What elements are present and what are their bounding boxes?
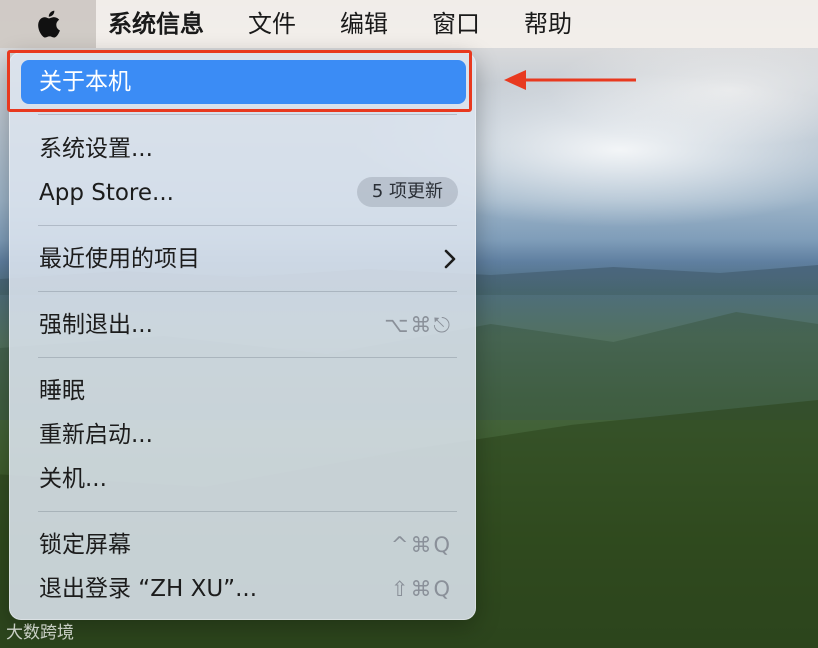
apple-dropdown-menu: 关于本机 系统设置... App Store... 5 项更新 最近使用的项目 … — [9, 52, 476, 620]
annotation-highlight-box — [7, 50, 472, 112]
menubar-edit[interactable]: 编辑 — [318, 0, 410, 48]
menu-separator — [38, 114, 457, 115]
menubar-window[interactable]: 窗口 — [410, 0, 502, 48]
menu-bar: 系统信息 文件 编辑 窗口 帮助 — [0, 0, 818, 48]
menu-item-recent-items[interactable]: 最近使用的项目 — [21, 239, 466, 279]
menu-item-app-store[interactable]: App Store... 5 项更新 — [21, 173, 466, 213]
apple-logo-icon — [38, 10, 60, 38]
watermark: 大数跨境 — [6, 618, 74, 643]
menubar-file[interactable]: 文件 — [226, 0, 318, 48]
menu-item-restart[interactable]: 重新启动... — [21, 415, 466, 455]
menubar-app-name[interactable]: 系统信息 — [96, 0, 226, 48]
keyboard-shortcut: ⌥⌘⎋ — [384, 313, 452, 337]
menu-item-sleep[interactable]: 睡眠 — [21, 371, 466, 411]
menu-item-label: 睡眠 — [39, 378, 85, 404]
menu-item-system-settings[interactable]: 系统设置... — [21, 129, 466, 169]
menu-separator — [38, 511, 457, 512]
menu-item-log-out[interactable]: 退出登录 “ZH XU”... ⇧⌘Q — [21, 569, 466, 609]
keyboard-shortcut: ⇧⌘Q — [390, 577, 452, 601]
apple-menu-button[interactable] — [0, 0, 96, 48]
menu-item-label: 重新启动... — [39, 422, 153, 448]
watermark-text: 大数跨境 — [6, 623, 74, 643]
menu-separator — [38, 225, 457, 226]
menu-item-force-quit[interactable]: 强制退出... ⌥⌘⎋ — [21, 305, 466, 345]
menubar-help[interactable]: 帮助 — [502, 0, 594, 48]
menu-item-label: 关机... — [39, 466, 107, 492]
keyboard-shortcut: ^⌘Q — [390, 533, 452, 557]
menu-item-label: App Store... — [39, 180, 174, 206]
menu-item-label: 锁定屏幕 — [39, 532, 131, 558]
menu-item-label: 退出登录 “ZH XU”... — [39, 576, 258, 602]
menu-separator — [38, 291, 457, 292]
annotation-arrow-icon — [504, 70, 636, 90]
menu-item-label: 最近使用的项目 — [39, 246, 200, 272]
menu-separator — [38, 357, 457, 358]
menu-item-shutdown[interactable]: 关机... — [21, 459, 466, 499]
menu-item-lock-screen[interactable]: 锁定屏幕 ^⌘Q — [21, 525, 466, 565]
chevron-right-icon — [444, 249, 456, 269]
menu-item-label: 强制退出... — [39, 312, 153, 338]
menu-item-label: 系统设置... — [39, 136, 153, 162]
updates-badge: 5 项更新 — [356, 177, 458, 207]
